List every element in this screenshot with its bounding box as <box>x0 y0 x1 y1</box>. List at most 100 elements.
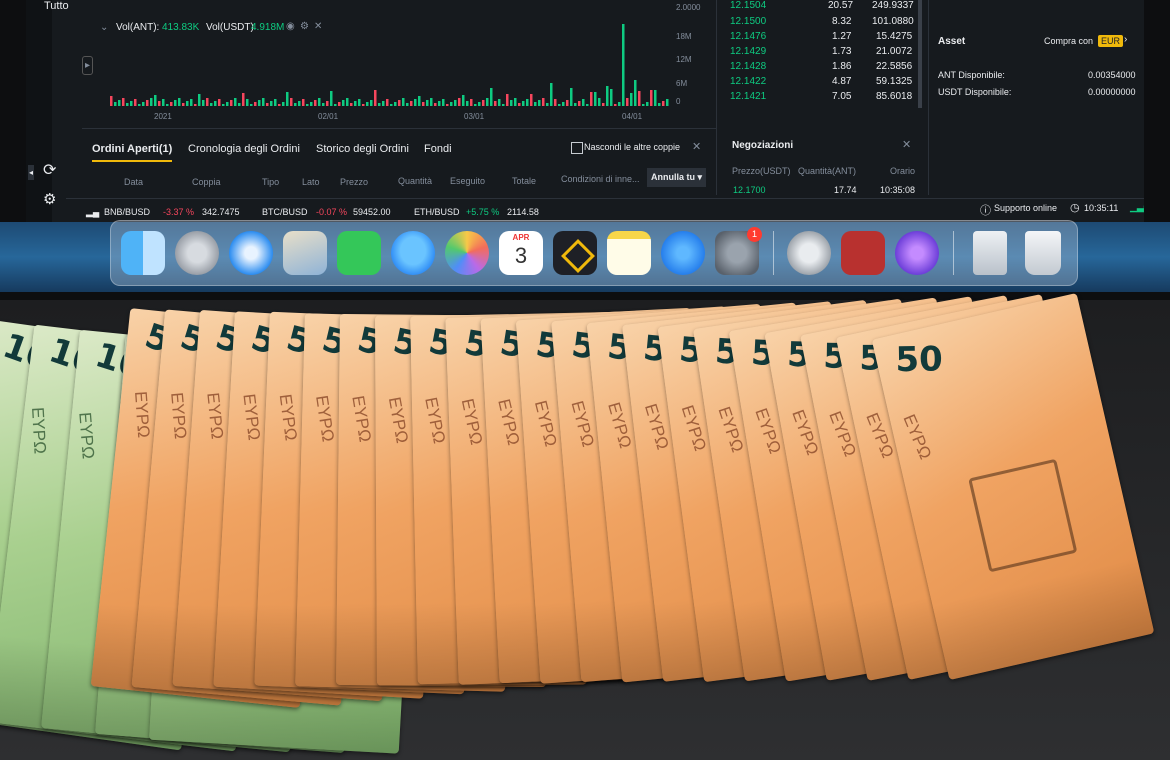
sidebar-label[interactable]: Tutto <box>44 0 69 12</box>
volume-bar <box>122 98 125 106</box>
volume-bar <box>582 99 585 106</box>
ant-available-value: 0.00354000 <box>1088 70 1136 80</box>
y-tick-label: 6M <box>676 79 688 88</box>
col-header: Totale <box>512 176 537 186</box>
volume-bar <box>606 86 609 106</box>
volume-bar <box>610 89 613 106</box>
orderbook-scrollbar[interactable] <box>918 0 922 108</box>
downloads-stack-icon[interactable] <box>973 231 1007 275</box>
volume-bar <box>542 98 545 106</box>
volume-bar <box>262 98 265 106</box>
volume-bar <box>182 103 185 106</box>
volume-bar <box>326 101 329 106</box>
volume-bar <box>558 104 561 106</box>
refresh-icon[interactable]: ⟳ <box>43 160 56 180</box>
volume-bar <box>570 88 573 106</box>
preview-icon[interactable] <box>283 231 327 275</box>
volume-bar <box>666 99 669 106</box>
volume-bar <box>450 102 453 106</box>
messages-icon[interactable] <box>391 231 435 275</box>
chevron-right-icon[interactable]: › <box>1124 34 1127 45</box>
volume-bar <box>282 102 285 106</box>
photos-icon[interactable] <box>445 231 489 275</box>
volume-bar <box>458 98 461 106</box>
gear-icon[interactable]: ⚙ <box>43 190 56 208</box>
volume-bar <box>462 95 465 106</box>
x-tick-label: 03/01 <box>464 112 485 121</box>
volume-bar <box>298 101 301 106</box>
currency-badge[interactable]: EUR <box>1098 35 1124 47</box>
volume-bar <box>174 100 177 106</box>
volume-bar <box>194 104 197 106</box>
tab-trade-history[interactable]: Storico degli Ordini <box>316 143 409 155</box>
volume-bar <box>342 100 345 106</box>
volume-bar <box>330 91 333 106</box>
orderbook-row[interactable]: 12.1429 1.73 21.0072 <box>730 46 930 62</box>
support-label[interactable]: Supporto online <box>994 203 1057 213</box>
volume-bar <box>306 104 309 106</box>
macos-dock: APR 3 1 <box>110 220 1078 286</box>
col-header: Condizioni di inne... <box>561 174 640 184</box>
ticker-pair[interactable]: BNB/BUSD <box>104 207 150 217</box>
tab-open-orders[interactable]: Ordini Aperti(1) <box>92 143 173 162</box>
orderbook-row[interactable]: 12.1504 20.57 249.9337 <box>730 0 930 16</box>
hide-pairs-checkbox[interactable] <box>571 142 583 154</box>
volume-bar <box>206 98 209 106</box>
volume-bar <box>654 90 657 106</box>
ob-total: 22.5856 <box>876 61 913 72</box>
col-header: Tipo <box>262 177 280 187</box>
launchpad-icon[interactable] <box>175 231 219 275</box>
ob-amount: 20.57 <box>828 0 854 11</box>
left-rail <box>26 0 52 222</box>
orderbook-row[interactable]: 12.1421 7.05 85.6018 <box>730 91 930 107</box>
ob-price: 12.1476 <box>730 31 767 42</box>
facetime-icon[interactable] <box>337 231 381 275</box>
collapse-rail-icon[interactable]: ◂ <box>28 165 35 180</box>
photo-booth-icon[interactable] <box>841 231 885 275</box>
ticker-change: -3.37 % <box>163 207 195 217</box>
orderbook-row[interactable]: 12.1428 1.86 22.5856 <box>730 61 930 77</box>
hide-pairs-label[interactable]: Nascondi le altre coppie <box>584 142 680 152</box>
ob-price: 12.1422 <box>730 76 767 87</box>
close-icon[interactable]: ✕ <box>902 138 911 151</box>
ticker-pair[interactable]: ETH/BUSD <box>414 207 460 217</box>
finder-icon[interactable] <box>121 231 165 275</box>
col-header: Coppia <box>192 177 221 187</box>
ob-price: 12.1500 <box>730 16 767 27</box>
automator-icon[interactable] <box>787 231 831 275</box>
volume-bar <box>114 102 117 106</box>
volume-bar <box>382 101 385 106</box>
tab-funds[interactable]: Fondi <box>424 143 452 155</box>
volume-bar <box>322 103 325 106</box>
buy-with-label[interactable]: Compra con <box>1044 36 1093 46</box>
volume-bar <box>222 104 225 106</box>
orderbook-row[interactable]: 12.1500 8.32 101.0880 <box>730 16 930 32</box>
ticker-pair[interactable]: BTC/BUSD <box>262 207 308 217</box>
volume-bar <box>646 102 649 106</box>
volume-bar <box>566 100 569 106</box>
orderbook-row[interactable]: 12.1476 1.27 15.4275 <box>730 31 930 47</box>
close-icon[interactable]: ✕ <box>692 140 701 153</box>
y-tick-label: 2.0000 <box>676 3 701 12</box>
trash-icon[interactable] <box>1025 231 1061 275</box>
volume-bar <box>270 101 273 106</box>
volume-bar <box>574 103 577 106</box>
binance-icon[interactable] <box>553 231 597 275</box>
app-store-icon[interactable] <box>661 231 705 275</box>
safari-icon[interactable] <box>229 231 273 275</box>
system-preferences-icon[interactable]: 1 <box>715 227 762 275</box>
tab-order-history[interactable]: Cronologia degli Ordini <box>188 143 300 155</box>
cancel-all-select[interactable]: Annulla tu ▾ <box>647 168 707 187</box>
help-circle-icon[interactable]: ⓘ <box>980 202 991 218</box>
volume-bar <box>430 98 433 106</box>
x-tick-label: 2021 <box>154 112 172 121</box>
volume-bar <box>418 96 421 106</box>
imovie-icon[interactable] <box>895 231 939 275</box>
volume-bar <box>266 103 269 106</box>
volume-bar <box>170 102 173 106</box>
orderbook-row[interactable]: 12.1422 4.87 59.1325 <box>730 76 930 92</box>
volume-bar <box>354 101 357 106</box>
volume-bar <box>366 102 369 106</box>
calendar-icon[interactable]: APR 3 <box>499 231 543 275</box>
notes-icon[interactable] <box>607 231 651 275</box>
